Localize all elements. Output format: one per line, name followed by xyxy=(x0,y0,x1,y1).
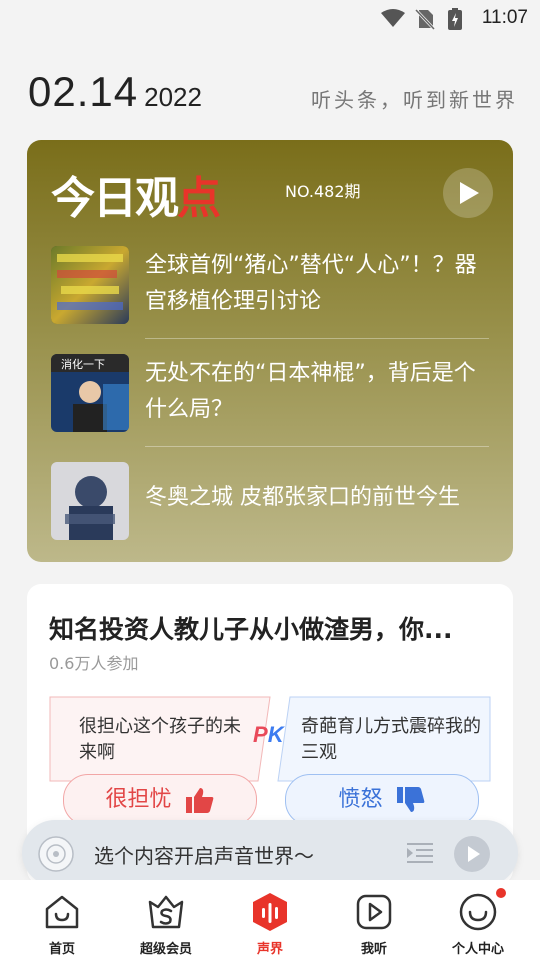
thumbs-up-icon xyxy=(185,788,213,813)
bottom-tab-bar: 首页 超级会员 声界 我听 个人中心 xyxy=(0,880,540,960)
notification-dot xyxy=(496,888,506,898)
divider xyxy=(145,446,489,447)
vote-worry-button[interactable]: 很担忧 xyxy=(63,774,257,826)
tab-label: 个人中心 xyxy=(451,942,504,957)
vip-icon xyxy=(148,895,184,929)
today-viewpoint-card[interactable]: 今日观点 NO.482期 全球首例“猪心”替代“人心”！？器官移植伦理引讨论 消… xyxy=(27,140,513,562)
news-thumbnail xyxy=(51,246,129,324)
news-item[interactable]: 全球首例“猪心”替代“人心”！？器官移植伦理引讨论 xyxy=(51,240,491,340)
news-title: 冬奥之城 皮都张家口的前世今生 xyxy=(145,485,460,510)
soundworld-icon xyxy=(253,893,287,931)
disc-icon xyxy=(38,836,74,872)
player-prompt: 选个内容开启声音世界～ xyxy=(94,844,314,868)
tab-label: 我听 xyxy=(360,942,387,957)
tab-home[interactable]: 首页 xyxy=(8,880,116,960)
opinion-right[interactable]: 奇葩育儿方式震碎我的三观 xyxy=(277,696,491,782)
tab-super-vip[interactable]: 超级会员 xyxy=(112,880,220,960)
clock: 11:07 xyxy=(481,7,528,28)
play-icon xyxy=(460,182,479,204)
date-day: 02.14 xyxy=(28,68,139,115)
home-icon xyxy=(45,895,79,929)
mini-player[interactable]: 选个内容开启声音世界～ xyxy=(22,820,518,886)
brand-logo: 今日观点 xyxy=(51,173,221,224)
thumbs-down-icon xyxy=(396,787,424,812)
news-title: 全球首例“猪心”替代“人心”！？器官移植伦理引讨论 xyxy=(145,253,477,314)
tab-label: 超级会员 xyxy=(139,942,192,957)
news-item[interactable]: 冬奥之城 皮都张家口的前世今生 xyxy=(51,456,491,556)
profile-icon xyxy=(459,893,497,931)
svg-text:消化一下: 消化一下 xyxy=(61,357,105,371)
vote-angry-button[interactable]: 愤怒 xyxy=(285,774,479,826)
date-year: 2022 xyxy=(144,82,202,112)
no-sim-icon xyxy=(414,8,436,30)
tab-label: 首页 xyxy=(48,942,75,957)
news-thumbnail xyxy=(51,462,129,540)
pk-badge: PK xyxy=(253,722,284,747)
news-title: 无处不在的“日本神棍”，背后是个什么局？ xyxy=(145,361,476,422)
issue-number: NO.482期 xyxy=(285,182,361,201)
tab-soundworld[interactable]: 声界 xyxy=(216,880,324,960)
participant-count: 0.6万人参加 xyxy=(49,654,139,673)
debate-title: 知名投资人教儿子从小做渣男，你... xyxy=(49,615,453,644)
battery-charging-icon xyxy=(448,8,462,30)
card-header: 今日观点 NO.482期 xyxy=(51,162,491,224)
play-all-button[interactable] xyxy=(443,168,493,218)
opinion-left-text: 很担心这个孩子的未来啊 xyxy=(79,716,241,763)
vote-worry-label: 很担忧 xyxy=(105,787,172,812)
opinion-right-text: 奇葩育儿方式震碎我的三观 xyxy=(301,716,481,763)
date-header: 02.14 2022 听头条，听到新世界 xyxy=(28,68,518,118)
playlist-icon[interactable] xyxy=(406,842,434,864)
wifi-icon xyxy=(381,9,405,27)
divider xyxy=(145,338,489,339)
my-listen-icon xyxy=(356,894,392,930)
player-play-icon[interactable] xyxy=(454,836,490,872)
opinion-left[interactable]: 很担心这个孩子的未来啊 xyxy=(49,696,271,782)
news-item[interactable]: 消化一下 无处不在的“日本神棍”，背后是个什么局？ xyxy=(51,348,491,448)
news-thumbnail: 消化一下 xyxy=(51,354,129,432)
vote-angry-label: 愤怒 xyxy=(338,787,383,812)
tab-profile[interactable]: 个人中心 xyxy=(424,880,532,960)
tab-my-listen[interactable]: 我听 xyxy=(320,880,428,960)
status-bar: 11:07 xyxy=(0,0,540,36)
slogan: 听头条，听到新世界 xyxy=(311,88,518,112)
tab-label: 声界 xyxy=(256,942,283,957)
